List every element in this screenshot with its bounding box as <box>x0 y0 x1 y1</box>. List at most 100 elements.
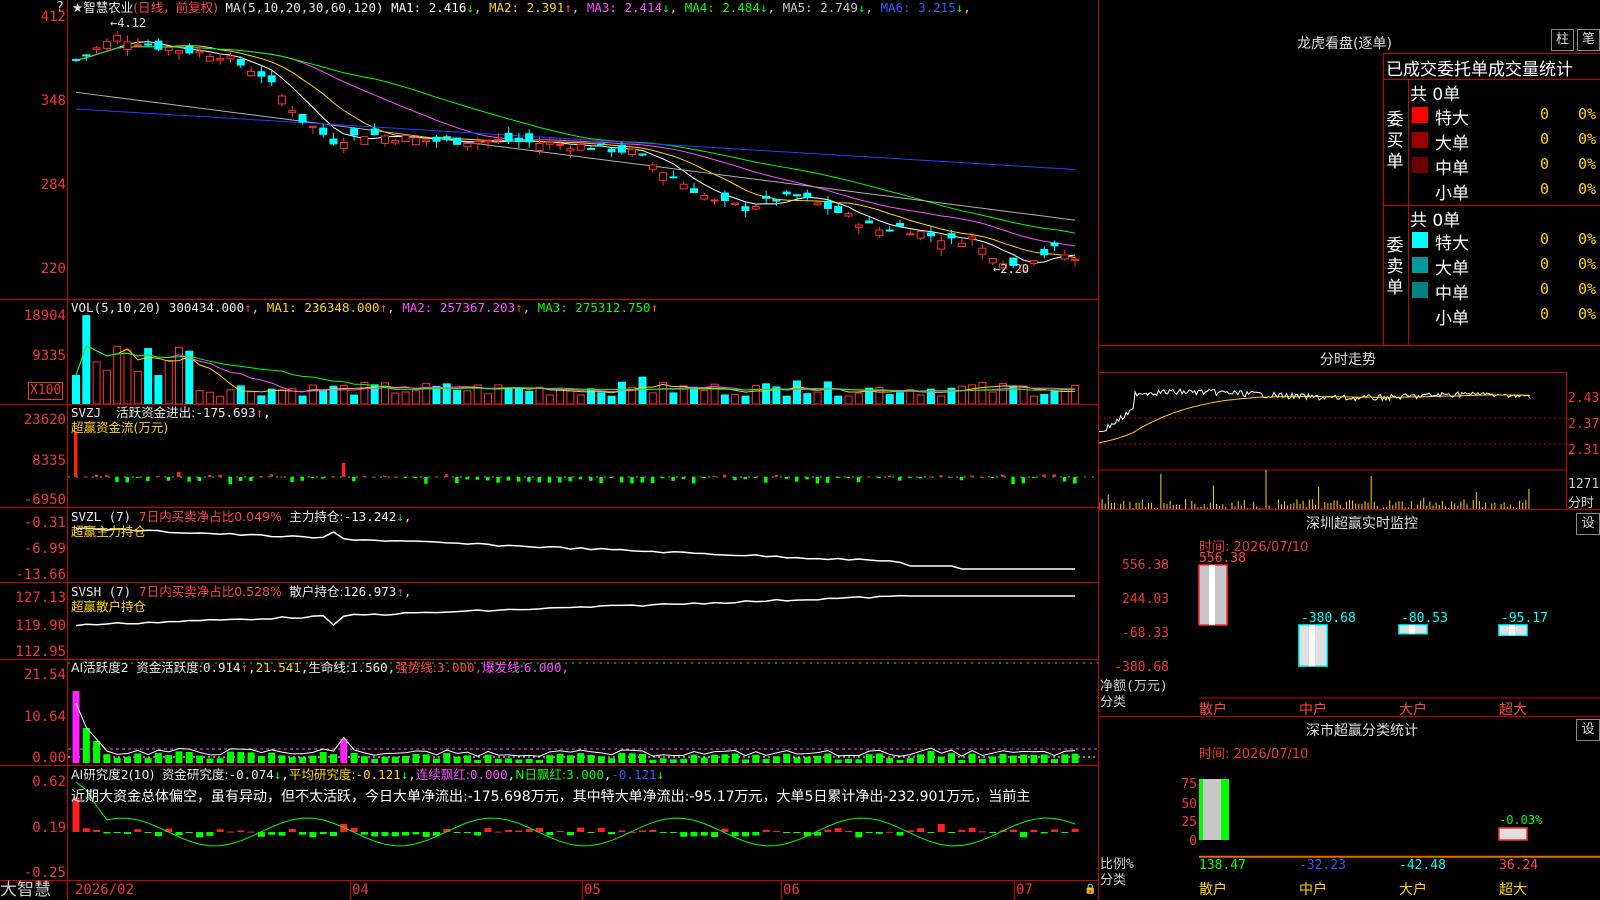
bar-value: -80.53 <box>1401 611 1448 626</box>
flow-bar <box>949 476 953 478</box>
volume-bar <box>308 384 317 404</box>
research-bar <box>330 832 337 837</box>
volume-bar <box>236 385 245 404</box>
bar-mode-button[interactable]: 柱 <box>1551 29 1574 51</box>
buy-total: 共 0单 <box>1410 85 1461 105</box>
monitor-settings-button[interactable]: 设 <box>1576 513 1600 535</box>
research-bar <box>1030 829 1038 832</box>
candle <box>679 183 688 190</box>
activity-bar <box>803 757 811 763</box>
research-bar <box>216 829 224 832</box>
activity-bar <box>453 756 461 763</box>
activity-bar <box>536 759 543 763</box>
category-label: 大户 <box>1399 701 1427 716</box>
volume-bar <box>669 392 678 404</box>
volume-bar <box>247 391 256 404</box>
candle <box>1060 254 1069 260</box>
volume-bar <box>710 383 719 404</box>
flow-bar <box>856 477 861 483</box>
candle <box>751 206 760 210</box>
ma-line <box>75 45 1076 234</box>
flow-bar <box>1052 474 1056 477</box>
activity-bar <box>402 755 410 763</box>
volume-bar <box>926 388 935 404</box>
candle <box>978 247 987 255</box>
research-bar <box>525 829 533 832</box>
app-brand[interactable]: 大智慧 <box>0 880 51 900</box>
activity-bar <box>299 757 307 763</box>
intraday-chart[interactable] <box>1099 373 1566 509</box>
flow-bar <box>352 477 356 482</box>
bar-highlight <box>1209 565 1215 625</box>
activity-bar <box>494 758 502 763</box>
chart-mode[interactable]: (日线，前复权) <box>133 0 218 15</box>
order-count: 0 <box>1540 280 1550 298</box>
candle <box>947 233 956 239</box>
tick-mode-button[interactable]: 笔 <box>1577 29 1600 51</box>
research-bar <box>1071 828 1079 832</box>
flow-bar <box>362 476 366 478</box>
candle <box>720 192 729 202</box>
flow-bar <box>249 477 253 482</box>
candle <box>823 200 832 209</box>
volume-chart[interactable] <box>68 300 1098 404</box>
candle <box>102 40 111 49</box>
flow-bar <box>465 477 469 480</box>
volume-bar <box>504 387 513 404</box>
activity-bar <box>340 739 348 763</box>
candle <box>937 240 946 250</box>
avg-label: 平均研究度: <box>288 767 356 782</box>
volume-bar <box>92 361 101 404</box>
research-bar <box>412 832 420 835</box>
flow-bar <box>84 476 88 478</box>
classify-settings-button[interactable]: 设 <box>1576 719 1600 741</box>
divider <box>1098 345 1600 346</box>
divider <box>0 880 1098 881</box>
activity-bar <box>680 758 688 763</box>
flow-bar <box>1011 477 1015 485</box>
candle <box>278 95 286 105</box>
volume-bar <box>731 393 740 404</box>
activity-bar <box>309 755 317 763</box>
candle <box>195 50 204 54</box>
volume-bar <box>690 386 698 404</box>
activity-bar <box>772 756 780 763</box>
arrow-icon: ↓ <box>662 0 670 15</box>
activity-bar <box>144 758 152 763</box>
research-chart[interactable] <box>68 766 1098 880</box>
flow-bar <box>228 477 232 485</box>
fund-flow-chart[interactable] <box>68 405 1098 507</box>
lock-icon[interactable]: 🔒 <box>1084 884 1096 895</box>
research-bar <box>154 832 162 837</box>
ai2-label: 资金研究度: <box>161 767 229 782</box>
svzl-ratio: 7日内买卖净占比0.049% <box>138 509 282 524</box>
flow-bar <box>558 477 562 483</box>
activity-bar <box>82 728 90 763</box>
flow-bar <box>383 475 387 477</box>
candle <box>772 199 781 202</box>
svsh-title: SVSH (7) <box>71 584 132 599</box>
classify-chart[interactable]: 75 50 25 0 比例%分类 -0.03% 138.47 散户 -32.23 中户 -42.48… <box>1099 743 1600 900</box>
volume-bar <box>597 392 606 404</box>
candlestick-chart[interactable] <box>68 16 1098 299</box>
order-size-label: 特大 <box>1435 109 1469 129</box>
activity-bar <box>124 756 131 763</box>
activity-bar <box>834 759 842 763</box>
research-bar <box>515 830 523 832</box>
cont-red-label: 连续飘红: <box>415 767 470 782</box>
sell-total: 共 0单 <box>1410 211 1461 231</box>
y-tick: -13.66 <box>15 567 66 583</box>
activity-chart[interactable] <box>68 660 1098 765</box>
stock-name[interactable]: ★智慧农业 <box>72 0 133 15</box>
volume-bar <box>319 389 328 404</box>
volume-bar <box>659 382 668 404</box>
y-tick: 23620 <box>23 412 66 428</box>
y-tick: 0.19 <box>32 820 66 836</box>
candle <box>288 110 297 113</box>
activity-bar <box>1061 754 1069 763</box>
order-size-label: 中单 <box>1435 284 1469 304</box>
monitor-chart[interactable]: 556.38 244.03 -68.33 -380.68 净额(万元)分类 556.38 散… <box>1099 536 1600 716</box>
x-tick-mark <box>350 880 351 900</box>
volume-bar <box>782 395 791 404</box>
burst-line-label: 爆发线: <box>482 660 524 675</box>
